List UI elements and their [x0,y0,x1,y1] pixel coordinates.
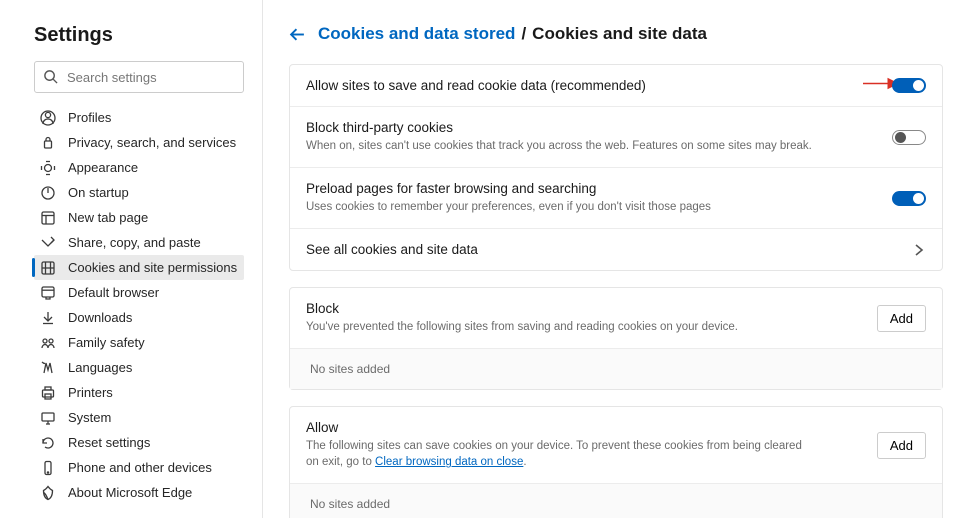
sidebar-item-label: On startup [68,185,129,200]
allow-cookies-row: Allow sites to save and read cookie data… [290,65,942,107]
block-add-button[interactable]: Add [877,305,926,332]
row-desc: When on, sites can't use cookies that tr… [306,138,832,154]
empty-text: No sites added [306,362,390,376]
nav-icon [40,135,56,151]
nav-icon [40,260,56,276]
preload-toggle[interactable] [892,191,926,206]
section-desc: You've prevented the following sites fro… [306,319,817,335]
sidebar-item-label: Default browser [68,285,159,300]
sidebar-item-label: Cookies and site permissions [68,260,237,275]
sidebar-item-label: Languages [68,360,132,375]
search-icon [43,69,58,84]
allow-header-row: Allow The following sites can save cooki… [290,407,942,484]
sidebar-item-label: System [68,410,111,425]
sidebar-item-default-browser[interactable]: Default browser [34,280,244,305]
block-section: Block You've prevented the following sit… [289,287,943,390]
chevron-right-icon [912,243,926,257]
breadcrumb: Cookies and data stored / Cookies and si… [289,24,943,44]
breadcrumb-separator: / [521,24,526,44]
toggles-panel: Allow sites to save and read cookie data… [289,64,943,271]
sidebar-item-printers[interactable]: Printers [34,380,244,405]
sidebar-item-languages[interactable]: Languages [34,355,244,380]
sidebar-item-cookies-and-site-permissions[interactable]: Cookies and site permissions [34,255,244,280]
section-desc: The following sites can save cookies on … [306,438,817,470]
row-title: Allow sites to save and read cookie data… [306,78,832,93]
sidebar-item-family-safety[interactable]: Family safety [34,330,244,355]
sidebar-item-phone-and-other-devices[interactable]: Phone and other devices [34,455,244,480]
sidebar-item-profiles[interactable]: Profiles [34,105,244,130]
sidebar-item-downloads[interactable]: Downloads [34,305,244,330]
sidebar-item-system[interactable]: System [34,405,244,430]
block-empty-row: No sites added [290,349,942,389]
settings-sidebar: Settings Profiles Privacy, search, and se… [0,0,263,518]
sidebar-item-about-microsoft-edge[interactable]: About Microsoft Edge [34,480,244,505]
search-container [34,61,244,93]
nav-icon [40,360,56,376]
block-header-row: Block You've prevented the following sit… [290,288,942,349]
nav-icon [40,485,56,501]
sidebar-item-on-startup[interactable]: On startup [34,180,244,205]
sidebar-item-label: Printers [68,385,113,400]
nav-icon [40,435,56,451]
row-desc: Uses cookies to remember your preference… [306,199,832,215]
allow-section: Allow The following sites can save cooki… [289,406,943,518]
sidebar-item-label: Reset settings [68,435,150,450]
sidebar-item-label: Downloads [68,310,132,325]
nav-icon [40,235,56,251]
section-title: Allow [306,420,817,435]
sidebar-item-label: New tab page [68,210,148,225]
nav-icon [40,310,56,326]
row-title: Block third-party cookies [306,120,832,135]
nav-icon [40,335,56,351]
nav-icon [40,110,56,126]
nav-list: Profiles Privacy, search, and services App… [34,105,244,505]
breadcrumb-parent-link[interactable]: Cookies and data stored [318,24,515,44]
row-title: See all cookies and site data [306,242,852,257]
nav-icon [40,410,56,426]
sidebar-item-label: Appearance [68,160,138,175]
sidebar-item-appearance[interactable]: Appearance [34,155,244,180]
block-third-toggle[interactable] [892,130,926,145]
sidebar-item-share-copy-and-paste[interactable]: Share, copy, and paste [34,230,244,255]
allow-add-button[interactable]: Add [877,432,926,459]
allow-cookies-toggle[interactable] [892,78,926,93]
nav-icon [40,185,56,201]
empty-text: No sites added [306,497,390,511]
nav-icon [40,160,56,176]
sidebar-item-reset-settings[interactable]: Reset settings [34,430,244,455]
sidebar-item-label: Profiles [68,110,111,125]
preload-row: Preload pages for faster browsing and se… [290,168,942,229]
sidebar-item-label: About Microsoft Edge [68,485,192,500]
breadcrumb-current: Cookies and site data [532,24,707,44]
sidebar-item-label: Share, copy, and paste [68,235,201,250]
sidebar-item-label: Privacy, search, and services [68,135,236,150]
see-all-row[interactable]: See all cookies and site data [290,229,942,270]
nav-icon [40,385,56,401]
sidebar-item-label: Phone and other devices [68,460,212,475]
search-input[interactable] [34,61,244,93]
nav-icon [40,210,56,226]
main-content: Cookies and data stored / Cookies and si… [263,0,969,518]
nav-icon [40,285,56,301]
row-title: Preload pages for faster browsing and se… [306,181,832,196]
back-arrow-icon[interactable] [289,26,306,43]
allow-empty-row: No sites added [290,484,942,518]
sidebar-item-privacy-search-and-services[interactable]: Privacy, search, and services [34,130,244,155]
nav-icon [40,460,56,476]
clear-browsing-data-link[interactable]: Clear browsing data on close [375,456,523,468]
section-title: Block [306,301,817,316]
settings-title: Settings [34,24,244,47]
block-third-row: Block third-party cookies When on, sites… [290,107,942,168]
sidebar-item-label: Family safety [68,335,145,350]
sidebar-item-new-tab-page[interactable]: New tab page [34,205,244,230]
